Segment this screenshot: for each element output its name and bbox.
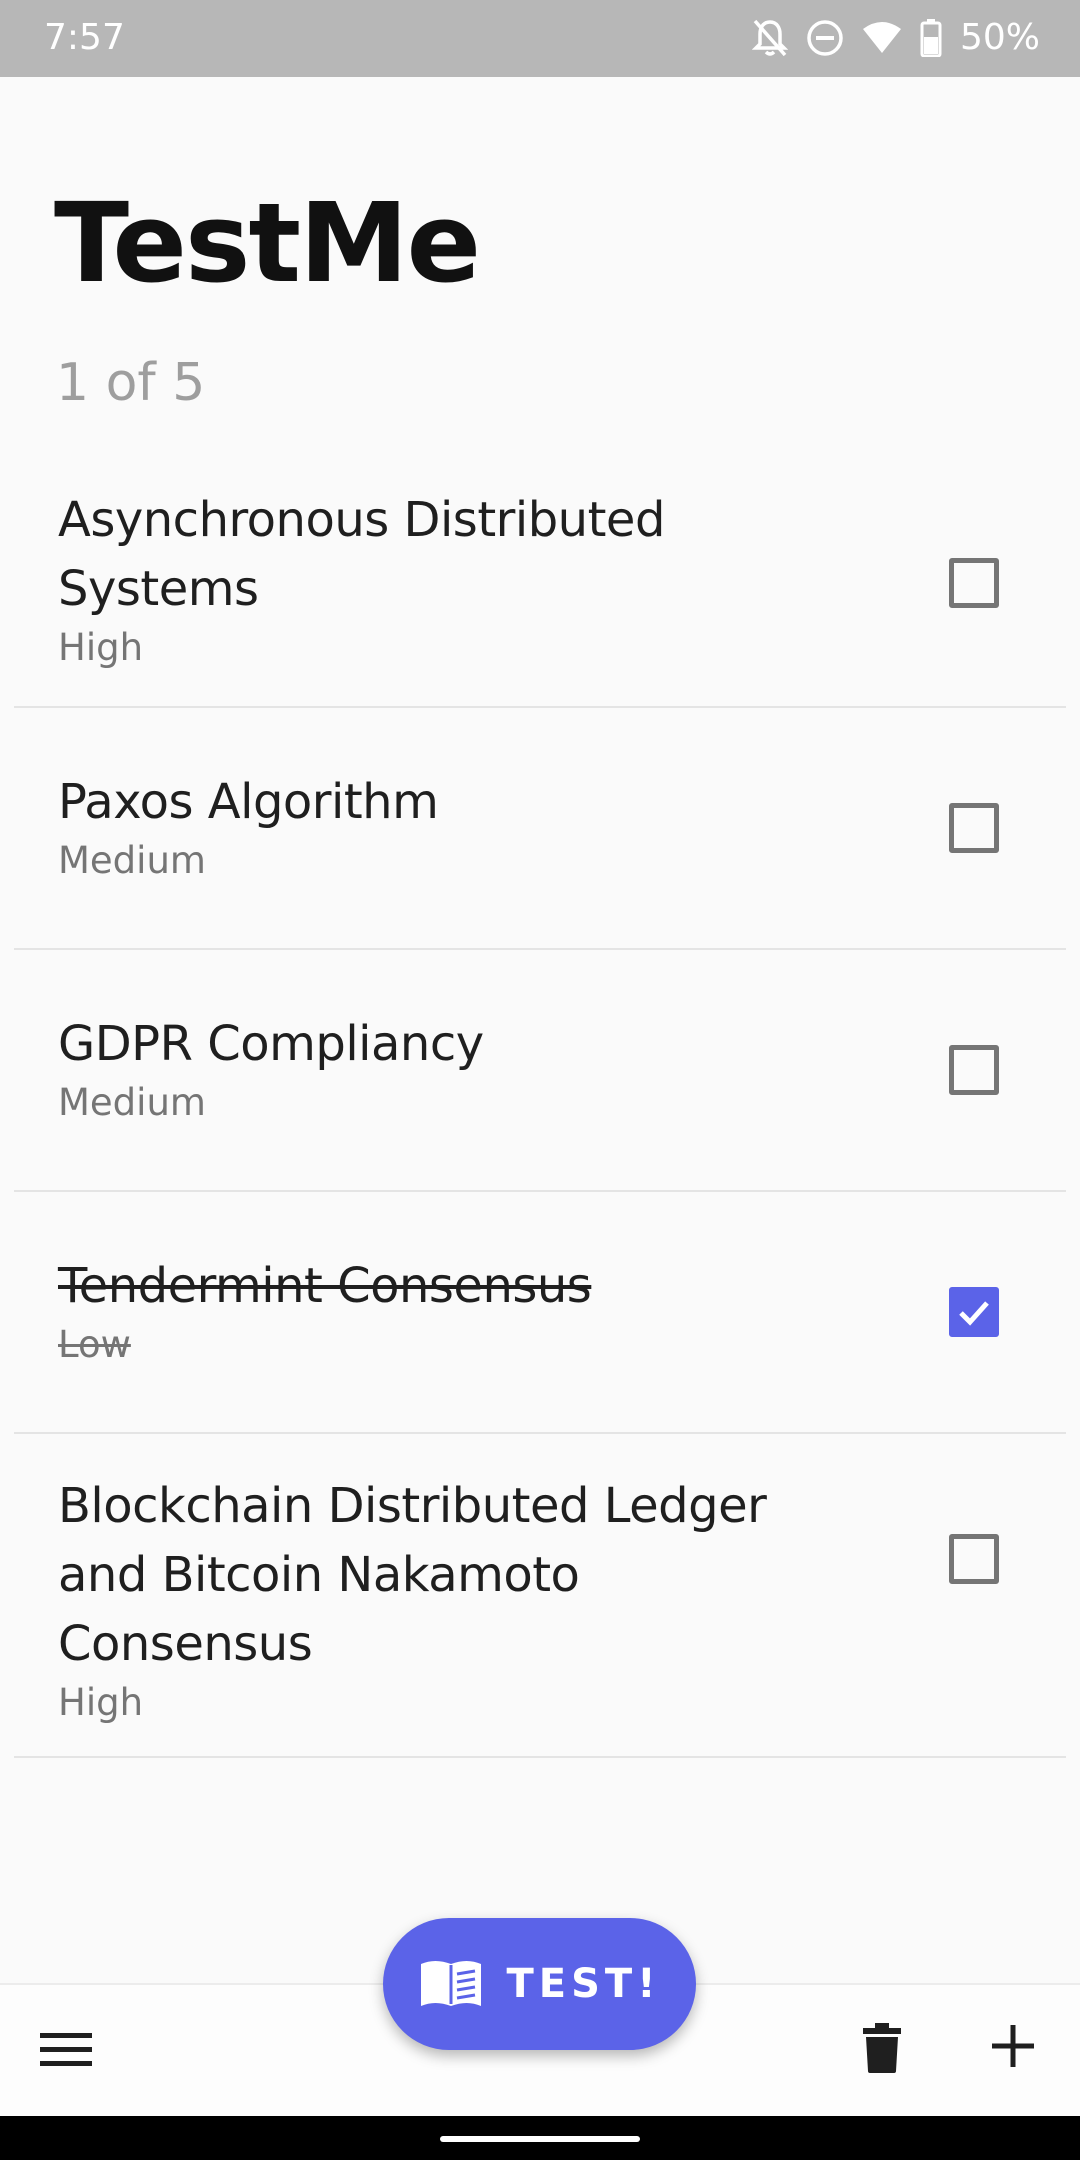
topic-checkbox[interactable] [949, 558, 999, 608]
battery-percent: 50% [959, 17, 1040, 58]
list-item[interactable]: GDPR Compliancy Medium [14, 950, 1066, 1192]
topic-checkbox[interactable] [949, 1045, 999, 1095]
delete-button[interactable] [862, 2023, 902, 2073]
menu-button[interactable] [40, 2027, 92, 2073]
topic-checkbox[interactable] [949, 1534, 999, 1584]
delete-icon [863, 2023, 901, 2073]
home-handle[interactable] [440, 2136, 640, 2142]
list-item[interactable]: Asynchronous Distributed Systems High [14, 466, 1066, 708]
add-button[interactable] [990, 2023, 1036, 2069]
item-title: Blockchain Distributed Ledger and Bitcoi… [58, 1478, 767, 1672]
item-priority: High [58, 626, 144, 669]
notifications-off-icon [751, 18, 788, 58]
item-title: Asynchronous Distributed Systems [58, 492, 665, 617]
item-priority: Medium [58, 839, 206, 882]
item-priority: Low [58, 1323, 131, 1366]
battery-icon [920, 19, 942, 57]
wifi-icon [862, 21, 902, 55]
item-title: GDPR Compliancy [58, 1016, 484, 1072]
status-time: 7:57 [44, 17, 125, 58]
add-icon [992, 2025, 1034, 2067]
list-item[interactable]: Tendermint Consensus Low [14, 1192, 1066, 1434]
system-navigation-bar [0, 2116, 1080, 2160]
do-not-disturb-icon [806, 19, 844, 57]
item-title: Tendermint Consensus [58, 1258, 592, 1314]
test-button[interactable]: TEST! [383, 1918, 696, 2050]
test-button-label: TEST! [506, 1961, 661, 2007]
item-priority: High [58, 1681, 144, 1724]
topic-list: Asynchronous Distributed Systems High Pa… [14, 466, 1066, 1758]
topic-checkbox[interactable] [949, 1287, 999, 1337]
topic-checkbox[interactable] [949, 803, 999, 853]
status-bar: 7:57 50% [0, 0, 1080, 77]
page-title: TestMe [54, 179, 481, 307]
progress-counter: 1 of 5 [56, 353, 206, 413]
checkmark-icon [959, 1301, 989, 1326]
item-priority: Medium [58, 1081, 206, 1124]
item-title: Paxos Algorithm [58, 774, 439, 830]
list-item[interactable]: Paxos Algorithm Medium [14, 708, 1066, 950]
book-icon [420, 1961, 481, 2006]
menu-icon [40, 2033, 92, 2066]
list-item[interactable]: Blockchain Distributed Ledger and Bitcoi… [14, 1434, 1066, 1758]
status-icons: 50% [751, 14, 1040, 62]
